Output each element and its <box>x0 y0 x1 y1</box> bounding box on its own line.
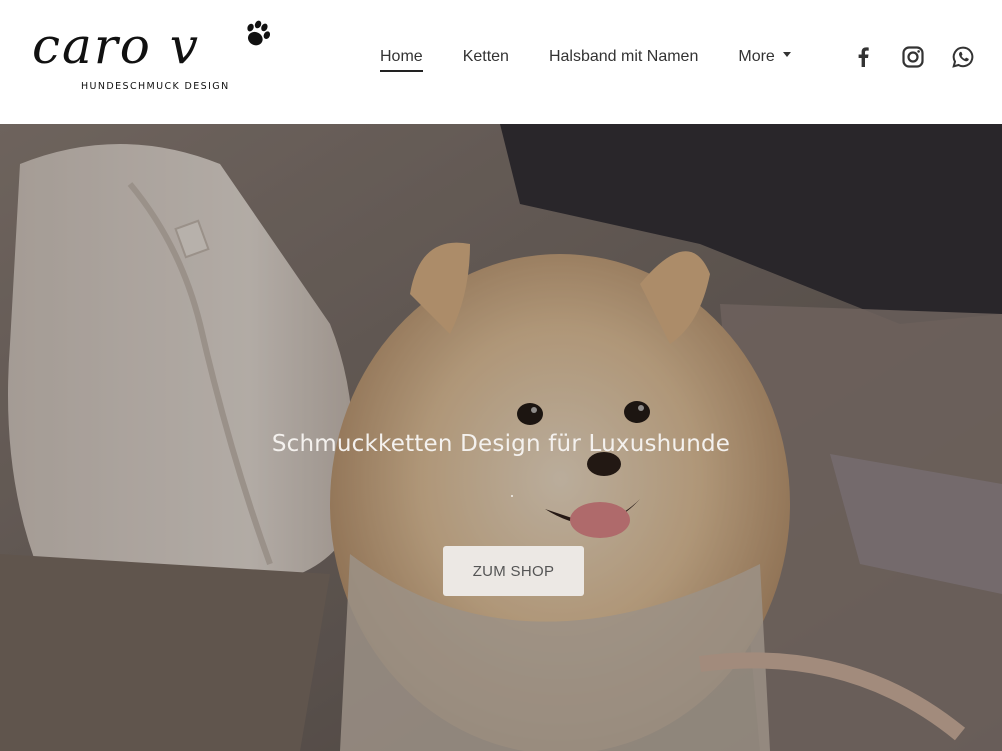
facebook-icon <box>858 47 869 67</box>
chevron-down-icon <box>782 52 791 58</box>
instagram-link[interactable] <box>900 44 926 70</box>
hero-title: Schmuckketten Design für Luxushunde <box>271 431 731 457</box>
nav-item-more-label: More <box>738 48 775 65</box>
shop-button[interactable]: ZUM SHOP <box>443 546 584 596</box>
hero-subtitle <box>511 495 513 497</box>
logo-wordmark: caro v <box>32 17 200 75</box>
hero-section: Schmuckketten Design für Luxushunde ZUM … <box>0 124 1002 751</box>
main-nav: Home Ketten Halsband mit Namen More <box>380 45 831 72</box>
brand-logo[interactable]: caro v HUNDESCHMUCK DESIGN <box>32 18 277 98</box>
nav-item-ketten[interactable]: Ketten <box>463 48 509 66</box>
instagram-icon <box>902 46 924 68</box>
nav-item-more[interactable]: More <box>738 48 791 66</box>
nav-item-home[interactable]: Home <box>380 48 423 72</box>
social-links <box>850 44 976 70</box>
whatsapp-link[interactable] <box>950 44 976 70</box>
logo-tagline: HUNDESCHMUCK DESIGN <box>81 81 230 92</box>
whatsapp-icon <box>952 46 974 68</box>
site-header: caro v HUNDESCHMUCK DESIGN Home Ketten H… <box>0 0 1002 124</box>
paw-icon <box>247 20 271 46</box>
nav-item-halsband-mit-namen[interactable]: Halsband mit Namen <box>549 48 698 66</box>
facebook-link[interactable] <box>850 44 876 70</box>
